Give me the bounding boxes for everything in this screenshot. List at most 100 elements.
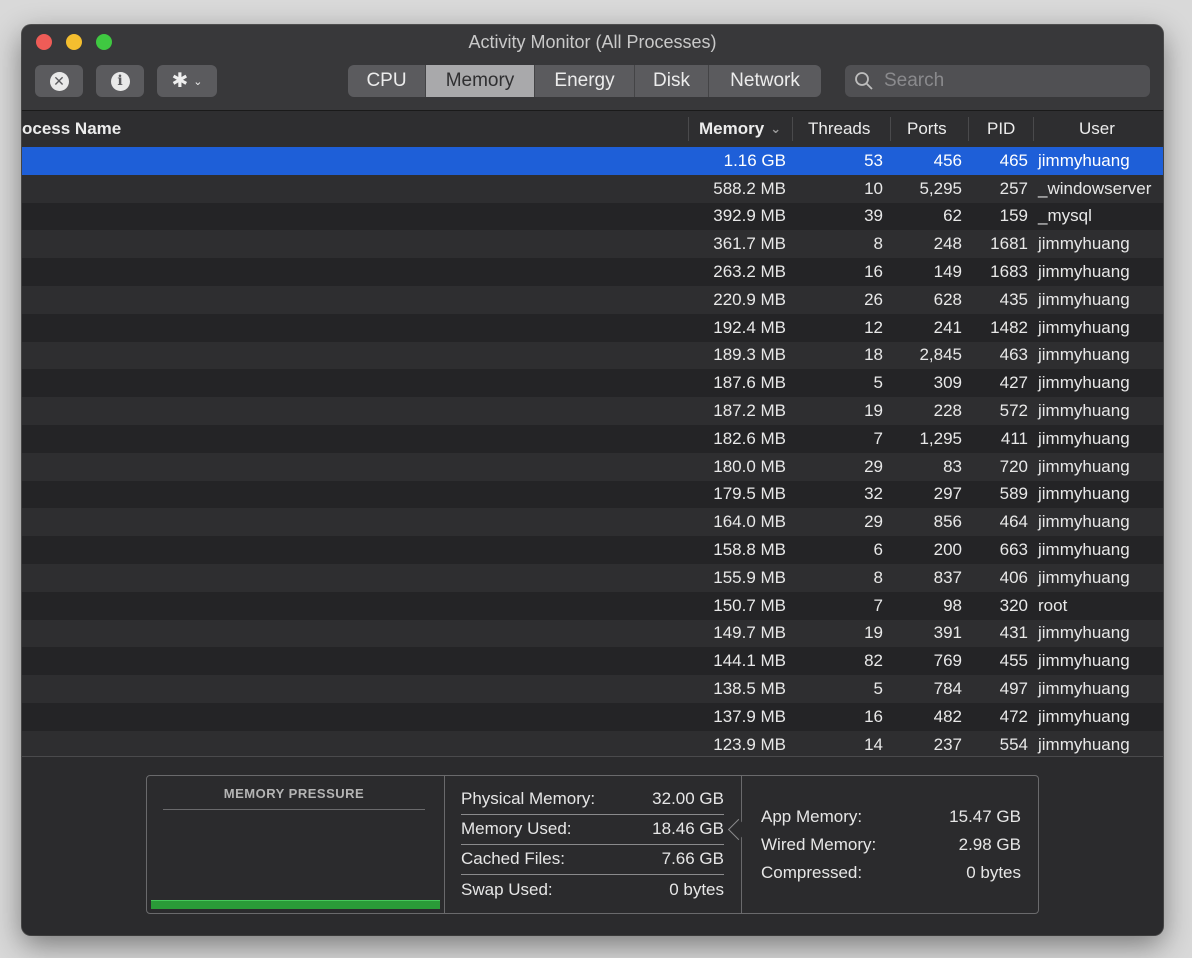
threads-cell: 12 [864, 317, 883, 337]
table-row[interactable]: 137.9 MB 16 482 472 jimmyhuang [22, 702, 1163, 731]
column-ports[interactable]: Ports [907, 111, 947, 147]
column-header: ocess Name Memory ⌄ Threads Ports PID Us… [22, 111, 1163, 148]
memory-pressure-title: MEMORY PRESSURE [163, 786, 425, 810]
tab-energy[interactable]: Energy [535, 65, 635, 97]
title-bar: Activity Monitor (All Processes) ✕ i ✱ ⌄… [22, 25, 1163, 111]
ports-cell: 228 [933, 401, 962, 421]
table-row[interactable]: 138.5 MB 5 784 497 jimmyhuang [22, 675, 1163, 703]
swap-used-row: Swap Used: 0 bytes [461, 875, 724, 905]
pid-cell: 435 [999, 289, 1028, 309]
user-cell: jimmyhuang [1038, 706, 1130, 726]
user-cell: root [1038, 595, 1068, 615]
tab-cpu[interactable]: CPU [348, 65, 426, 97]
ports-cell: 2,845 [919, 345, 962, 365]
action-menu-button[interactable]: ✱ ⌄ [157, 65, 217, 97]
memory-cell: 220.9 MB [713, 289, 786, 309]
memory-cell: 180.0 MB [713, 456, 786, 476]
table-row[interactable]: 164.0 MB 29 856 464 jimmyhuang [22, 508, 1163, 537]
pid-cell: 411 [1000, 428, 1028, 448]
tab-network[interactable]: Network [709, 65, 821, 97]
threads-cell: 10 [864, 178, 883, 198]
table-row[interactable]: 189.3 MB 18 2,845 463 jimmyhuang [22, 341, 1163, 370]
table-row[interactable]: 192.4 MB 12 241 1482 jimmyhuang [22, 313, 1163, 342]
user-cell: jimmyhuang [1038, 234, 1130, 254]
physical-memory-label: Physical Memory: [461, 789, 596, 808]
compressed-value: 0 bytes [966, 863, 1021, 882]
pid-cell: 497 [999, 679, 1028, 699]
memory-cell: 158.8 MB [713, 540, 786, 560]
table-row[interactable]: 123.9 MB 14 237 554 jimmyhuang [22, 730, 1163, 756]
ports-cell: 628 [933, 289, 962, 309]
table-row[interactable]: 149.7 MB 19 391 431 jimmyhuang [22, 619, 1163, 648]
memory-cell: 149.7 MB [713, 623, 786, 643]
search-input[interactable] [882, 69, 1136, 93]
memory-cell: 192.4 MB [713, 317, 786, 337]
table-row[interactable]: 180.0 MB 29 83 720 jimmyhuang [22, 452, 1163, 481]
column-memory[interactable]: Memory ⌄ [699, 111, 781, 147]
tab-memory[interactable]: Memory [426, 65, 535, 97]
sort-chevron-down-icon: ⌄ [770, 121, 782, 136]
user-cell: jimmyhuang [1038, 651, 1130, 671]
pid-cell: 431 [999, 623, 1028, 643]
memory-cell: 150.7 MB [713, 595, 786, 615]
memory-used-value: 18.46 GB [652, 819, 724, 838]
column-memory-label: Memory [699, 119, 765, 138]
tab-disk[interactable]: Disk [635, 65, 709, 97]
ports-cell: 784 [933, 679, 962, 699]
threads-cell: 19 [864, 623, 883, 643]
user-cell: jimmyhuang [1038, 734, 1130, 754]
table-row[interactable]: 150.7 MB 7 98 320 root [22, 591, 1163, 620]
physical-memory-row: Physical Memory: 32.00 GB [461, 784, 724, 815]
table-row[interactable]: 182.6 MB 7 1,295 411 jimmyhuang [22, 424, 1163, 453]
view-tabs: CPU Memory Energy Disk Network [348, 65, 821, 97]
table-row[interactable]: 158.8 MB 6 200 663 jimmyhuang [22, 536, 1163, 564]
threads-cell: 29 [864, 456, 883, 476]
stop-process-button[interactable]: ✕ [35, 65, 83, 97]
table-row[interactable]: 220.9 MB 26 628 435 jimmyhuang [22, 285, 1163, 314]
threads-cell: 8 [873, 234, 883, 254]
threads-cell: 53 [864, 150, 883, 170]
memory-used-row: Memory Used: 18.46 GB [461, 814, 724, 845]
threads-cell: 18 [864, 345, 883, 365]
ports-cell: 83 [943, 456, 962, 476]
table-row[interactable]: 187.6 MB 5 309 427 jimmyhuang [22, 369, 1163, 398]
column-process-name[interactable]: ocess Name [22, 111, 121, 147]
threads-cell: 7 [873, 595, 883, 615]
search-field[interactable] [845, 65, 1150, 97]
wired-memory-row: Wired Memory: 2.98 GB [761, 831, 1021, 859]
column-threads[interactable]: Threads [808, 111, 870, 147]
user-cell: jimmyhuang [1038, 401, 1130, 421]
threads-cell: 82 [864, 651, 883, 671]
table-row[interactable]: 361.7 MB 8 248 1681 jimmyhuang [22, 230, 1163, 259]
memory-cell: 1.16 GB [723, 150, 786, 170]
user-cell: jimmyhuang [1038, 262, 1130, 282]
memory-cell: 361.7 MB [713, 234, 786, 254]
inspect-process-button[interactable]: i [96, 65, 144, 97]
user-cell: jimmyhuang [1038, 428, 1130, 448]
ports-cell: 309 [933, 373, 962, 393]
threads-cell: 5 [873, 373, 883, 393]
table-row[interactable]: 1.16 GB 53 456 465 jimmyhuang [22, 147, 1163, 175]
cached-files-value: 7.66 GB [661, 849, 724, 868]
table-row[interactable]: 187.2 MB 19 228 572 jimmyhuang [22, 397, 1163, 425]
memory-used-label: Memory Used: [461, 819, 572, 838]
memory-cell: 187.6 MB [713, 373, 786, 393]
table-row[interactable]: 179.5 MB 32 297 589 jimmyhuang [22, 480, 1163, 509]
threads-cell: 26 [864, 289, 883, 309]
table-row[interactable]: 144.1 MB 82 769 455 jimmyhuang [22, 647, 1163, 676]
swap-used-value: 0 bytes [669, 880, 724, 899]
memory-cell: 123.9 MB [713, 734, 786, 754]
table-row[interactable]: 263.2 MB 16 149 1683 jimmyhuang [22, 258, 1163, 286]
table-row[interactable]: 588.2 MB 10 5,295 257 _windowserver [22, 174, 1163, 203]
table-row[interactable]: 155.9 MB 8 837 406 jimmyhuang [22, 563, 1163, 592]
xmark-circle-icon: ✕ [49, 71, 69, 91]
pid-cell: 1683 [990, 262, 1028, 282]
threads-cell: 8 [873, 567, 883, 587]
column-pid[interactable]: PID [987, 111, 1015, 147]
table-row[interactable]: 392.9 MB 39 62 159 _mysql [22, 202, 1163, 231]
column-user[interactable]: User [1079, 111, 1115, 147]
pid-cell: 455 [999, 651, 1028, 671]
threads-cell: 16 [864, 706, 883, 726]
threads-cell: 16 [864, 262, 883, 282]
ports-cell: 241 [933, 317, 962, 337]
